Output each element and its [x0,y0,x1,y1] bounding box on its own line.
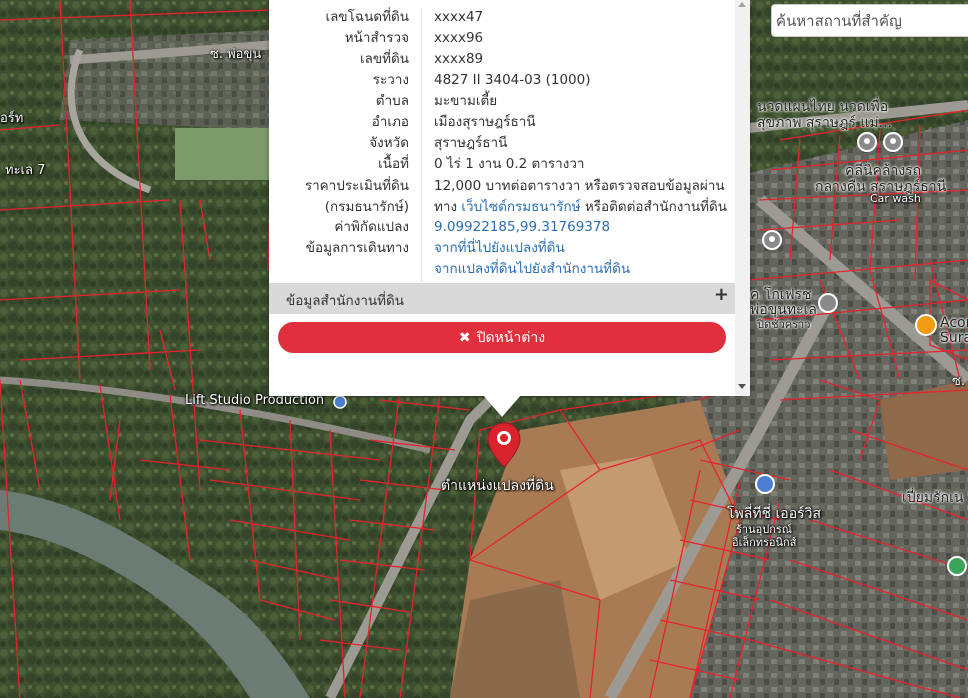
map-label-massage[interactable]: นวดแผนไทย นวดเพื่อ [757,100,888,114]
accordion-label: ข้อมูลสำนักงานที่ดิน [286,293,405,309]
coordinates-link[interactable]: 9.09922185,99.31769378 [434,219,610,235]
price-key-sub: (กรมธนารักษ์) [324,199,409,215]
popup-content: เลขโฉนดที่ดิน xxxx47 หน้าสำรวจ xxxx96 เล… [269,0,735,396]
row-key: ระวาง [372,72,409,88]
row-key: เลขที่ดิน [359,51,409,67]
row-key: ตำบล [375,93,409,109]
map-label-shop[interactable]: ค โกเฟรช [750,288,812,302]
scroll-down-arrow-icon[interactable] [738,384,746,389]
map-label-lift-studio[interactable]: Lift Studio Production [185,394,324,408]
parcel-info-popup: เลขโฉนดที่ดิน xxxx47 หน้าสำรวจ xxxx96 เล… [269,0,750,396]
row-key: จังหวัด [369,135,409,151]
row-travel-info: ข้อมูลการเดินทาง จากที่นี่ไปยังแปลงที่ดิ… [269,238,735,280]
close-window-button[interactable]: ✖ ปิดหน้าต่าง [278,322,726,353]
row-value: xxxx47 [434,9,484,25]
directions-to-land-office-link[interactable]: จากแปลงที่ดินไปยังสำนักงานที่ดิน [434,261,630,277]
popup-scrollbar[interactable] [735,0,750,396]
popup-pointer-tail [483,395,521,417]
map-label-power-2: ร้านอุปกรณ์ [736,523,792,536]
price-text-suffix: หรือติดต่อสำนักงานที่ดิน [580,199,728,215]
map-label-left-top: อร์ท [0,111,24,126]
price-key: ราคาประเมินที่ดิน [304,178,409,194]
row-value: xxxx89 [434,51,484,67]
scroll-up-arrow-icon[interactable] [738,2,746,7]
map-label-right-road: ซ. [952,374,965,389]
parcel-marker-pin-icon[interactable] [486,421,522,469]
row-key: หน้าสำรวจ [344,30,409,46]
close-button-label: ปิดหน้าต่าง [476,329,546,346]
price-value-line2: ทาง เว็บไซต์กรมธนารักษ์ หรือติดต่อสำนักง… [434,197,727,218]
price-text-prefix: ทาง [434,199,462,215]
map-label-shop-3: ปิดชั่วคราว [757,318,811,331]
map-label-acorn-2[interactable]: Sura [940,331,968,345]
row-value: 9.09922185,99.31769378 [434,217,610,238]
expand-plus-icon[interactable]: + [714,284,729,305]
place-search-input[interactable] [771,4,968,37]
row-key: เลขโฉนดที่ดิน [325,9,409,25]
travel-links: จากที่นี่ไปยังแปลงที่ดิน [434,238,565,259]
map-label-acorn[interactable]: Acor [940,316,968,330]
travel-links-2: จากแปลงที่ดินไปยังสำนักงานที่ดิน [434,259,630,280]
directions-to-parcel-link[interactable]: จากที่นี่ไปยังแปลงที่ดิน [434,240,565,256]
row-key: ค่าพิกัดแปลง [334,219,409,235]
map-label-power-3: อิเล็กทรอนิกส์ [732,536,797,549]
map-label-massage-2[interactable]: สุขภาพ สุราษฎร์ แม่... [757,116,892,130]
map-label-shop-2[interactable]: พ่อขุนทะเล [750,303,817,317]
land-office-accordion[interactable]: ข้อมูลสำนักงานที่ดิน + [269,283,735,314]
row-value: สุราษฎร์ธานี [434,135,508,151]
row-key: อำเภอ [371,114,409,130]
map-label-right-mid[interactable]: เปี่ยมรักเน [902,491,963,505]
row-value: xxxx96 [434,30,484,46]
price-value-line1: 12,000 บาทต่อตารางวา หรือตรวจสอบข้อมูลผ่… [434,178,725,194]
close-icon: ✖ [458,329,471,346]
travel-key: ข้อมูลการเดินทาง [305,240,409,256]
map-label-road-left: ทะเล 7 [5,163,46,178]
parcel-marker-label: ตำแหน่งแปลงที่ดิน [441,478,554,494]
row-value: เมืองสุราษฎร์ธานี [434,114,536,130]
map-label-carwash[interactable]: คลีนิคล้างรถ [845,164,921,178]
row-value: 4827 II 3404-03 (1000) [434,72,591,88]
map-label-carwash-3: Car wash [870,192,921,205]
row-value: 0 ไร่ 1 งาน 0.2 ตารางวา [434,156,585,172]
treasury-website-link[interactable]: เว็บไซต์กรมธนารักษ์ [461,199,580,215]
map-label-road-top: ซ. พ่อขุน [210,47,262,62]
row-value: มะขามเตี้ย [434,93,498,109]
map-label-power[interactable]: โพลี่ทีชี่ เออร์วิส [727,507,821,521]
row-key: เนื้อที่ [378,156,409,172]
row-appraised-price: ราคาประเมินที่ดิน (กรมธนารักษ์) 12,000 บ… [269,176,735,218]
